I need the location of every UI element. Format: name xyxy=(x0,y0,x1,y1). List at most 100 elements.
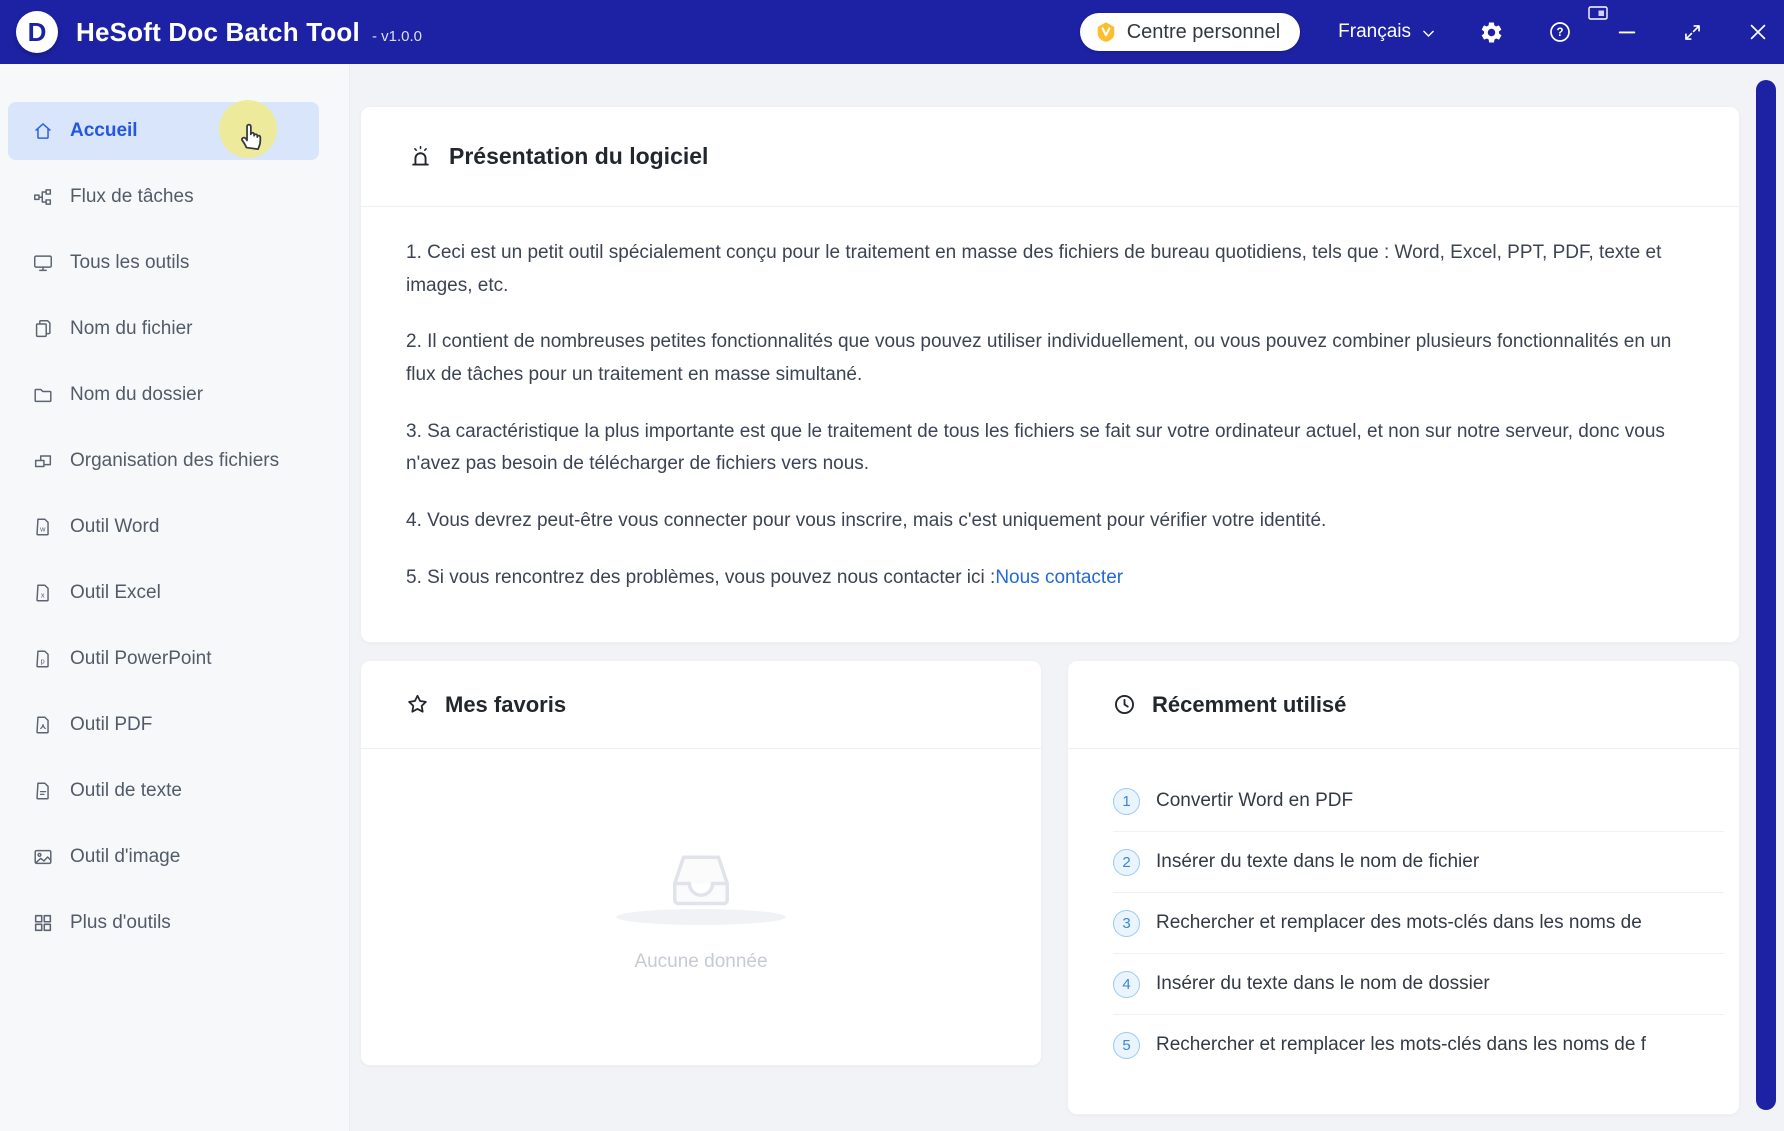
title-bar: D HeSoft Doc Batch Tool - v1.0.0 Centre … xyxy=(0,0,1784,64)
sidebar-item-label: Plus d'outils xyxy=(70,912,171,934)
recent-item[interactable]: 3 Rechercher et remplacer des mots-clés … xyxy=(1113,893,1724,953)
sidebar-item-label: Organisation des fichiers xyxy=(70,450,279,472)
excel-file-icon: x xyxy=(32,582,54,604)
recent-panel: Récemment utilisé 1 Convertir Word en PD… xyxy=(1067,660,1740,1115)
cursor-pointer-icon xyxy=(232,114,270,152)
close-icon xyxy=(1747,21,1769,43)
close-button[interactable] xyxy=(1747,21,1769,43)
sidebar-item-outil-de-texte[interactable]: Outil de texte xyxy=(8,762,319,820)
mini-window-icon xyxy=(1588,6,1608,21)
intro-paragraph: 1. Ceci est un petit outil spécialement … xyxy=(406,237,1683,302)
siren-icon xyxy=(407,143,434,170)
sidebar-item-label: Outil Excel xyxy=(70,582,161,604)
sidebar-item-label: Flux de tâches xyxy=(70,186,194,208)
grid-more-icon xyxy=(32,912,54,934)
recent-item-number: 2 xyxy=(1113,849,1140,876)
svg-text:p: p xyxy=(41,657,45,666)
maximize-button[interactable] xyxy=(1682,22,1703,43)
sidebar-item-nom-du-fichier[interactable]: Nom du fichier xyxy=(8,300,319,358)
recent-item[interactable]: 1 Convertir Word en PDF xyxy=(1113,771,1724,831)
monitor-icon xyxy=(32,252,54,274)
sidebar-item-flux-de-taches[interactable]: Flux de tâches xyxy=(8,168,319,226)
sidebar-item-label: Accueil xyxy=(70,120,138,142)
sidebar-item-organisation-des-fichiers[interactable]: Organisation des fichiers xyxy=(8,432,319,490)
sidebar-nav: Accueil Flux de tâches Tous les outils N… xyxy=(0,64,350,1131)
favorites-title: Mes favoris xyxy=(445,692,566,718)
recent-item-label: Insérer du texte dans le nom de dossier xyxy=(1156,973,1490,995)
svg-text:x: x xyxy=(41,591,45,600)
app-version: - v1.0.0 xyxy=(372,28,422,45)
sidebar-item-label: Nom du dossier xyxy=(70,384,203,406)
sidebar-item-label: Tous les outils xyxy=(70,252,189,274)
maximize-icon xyxy=(1682,22,1703,43)
svg-text:w: w xyxy=(39,525,46,534)
vip-badge-icon xyxy=(1094,20,1118,44)
app-title: HeSoft Doc Batch Tool xyxy=(76,17,360,48)
contact-link[interactable]: Nous contacter xyxy=(995,567,1123,588)
clock-icon xyxy=(1112,692,1137,717)
svg-text:?: ? xyxy=(1556,27,1563,39)
minimize-button[interactable] xyxy=(1616,21,1638,43)
recent-item-label: Insérer du texte dans le nom de fichier xyxy=(1156,851,1479,873)
recent-item-number: 3 xyxy=(1113,910,1140,937)
recent-item-label: Rechercher et remplacer les mots-clés da… xyxy=(1156,1034,1646,1056)
sidebar-item-nom-du-dossier[interactable]: Nom du dossier xyxy=(8,366,319,424)
sidebar-item-outil-powerpoint[interactable]: p Outil PowerPoint xyxy=(8,630,319,688)
tray-shadow xyxy=(616,909,786,925)
sidebar-item-label: Outil PowerPoint xyxy=(70,648,212,670)
sidebar-item-plus-doutils[interactable]: Plus d'outils xyxy=(8,894,319,952)
sidebar-item-label: Outil PDF xyxy=(70,714,152,736)
gear-icon xyxy=(1479,20,1504,45)
image-icon xyxy=(32,846,54,868)
contact-text: 5. Si vous rencontrez des problèmes, vou… xyxy=(406,567,995,588)
recent-title: Récemment utilisé xyxy=(1152,692,1346,718)
file-copy-icon xyxy=(32,318,54,340)
pdf-file-icon xyxy=(32,714,54,736)
workflow-icon xyxy=(32,186,54,208)
personal-center-button[interactable]: Centre personnel xyxy=(1080,13,1300,51)
sidebar-item-outil-dimage[interactable]: Outil d'image xyxy=(8,828,319,886)
intro-panel: Présentation du logiciel 1. Ceci est un … xyxy=(360,106,1740,643)
minimize-icon xyxy=(1616,21,1638,43)
language-label: Français xyxy=(1338,21,1411,43)
recent-item[interactable]: 5 Rechercher et remplacer les mots-clés … xyxy=(1113,1015,1724,1075)
help-icon: ? xyxy=(1548,20,1572,44)
sidebar-item-label: Nom du fichier xyxy=(70,318,193,340)
recent-item-label: Convertir Word en PDF xyxy=(1156,790,1353,812)
folder-icon xyxy=(32,384,54,406)
sidebar-item-label: Outil Word xyxy=(70,516,159,538)
word-file-icon: w xyxy=(32,516,54,538)
sidebar-item-outil-word[interactable]: w Outil Word xyxy=(8,498,319,556)
app-logo-icon: D xyxy=(16,11,58,53)
text-file-icon xyxy=(32,780,54,802)
sidebar-item-label: Outil d'image xyxy=(70,846,180,868)
personal-center-label: Centre personnel xyxy=(1127,21,1280,44)
favorites-panel: Mes favoris Aucune donnée xyxy=(360,660,1042,1066)
language-selector[interactable]: Français xyxy=(1338,21,1437,43)
favorites-empty-text: Aucune donnée xyxy=(634,951,767,973)
star-icon xyxy=(405,692,430,717)
recent-item-number: 5 xyxy=(1113,1032,1140,1059)
intro-paragraph: 2. Il contient de nombreuses petites fon… xyxy=(406,326,1683,391)
intro-paragraph: 3. Sa caractéristique la plus importante… xyxy=(406,416,1683,481)
recent-item[interactable]: 2 Insérer du texte dans le nom de fichie… xyxy=(1113,832,1724,892)
chevron-down-icon xyxy=(1420,25,1437,42)
recent-item-number: 1 xyxy=(1113,788,1140,815)
sidebar-item-label: Outil de texte xyxy=(70,780,182,802)
home-icon xyxy=(32,120,54,142)
intro-paragraph-contact: 5. Si vous rencontrez des problèmes, vou… xyxy=(406,562,1683,595)
favorites-empty-state: Aucune donnée xyxy=(361,749,1041,973)
recent-list: 1 Convertir Word en PDF 2 Insérer du tex… xyxy=(1068,749,1739,1075)
organize-icon xyxy=(32,450,54,472)
help-button[interactable]: ? xyxy=(1548,20,1572,44)
sidebar-item-outil-excel[interactable]: x Outil Excel xyxy=(8,564,319,622)
settings-button[interactable] xyxy=(1479,20,1504,45)
vertical-scrollbar[interactable] xyxy=(1756,80,1776,1110)
sidebar-item-outil-pdf[interactable]: Outil PDF xyxy=(8,696,319,754)
recent-item-number: 4 xyxy=(1113,971,1140,998)
recent-item[interactable]: 4 Insérer du texte dans le nom de dossie… xyxy=(1113,954,1724,1014)
intro-title: Présentation du logiciel xyxy=(449,143,708,170)
intro-paragraph: 4. Vous devrez peut-être vous connecter … xyxy=(406,505,1683,538)
sidebar-item-tous-les-outils[interactable]: Tous les outils xyxy=(8,234,319,292)
recent-item-label: Rechercher et remplacer des mots-clés da… xyxy=(1156,912,1642,934)
